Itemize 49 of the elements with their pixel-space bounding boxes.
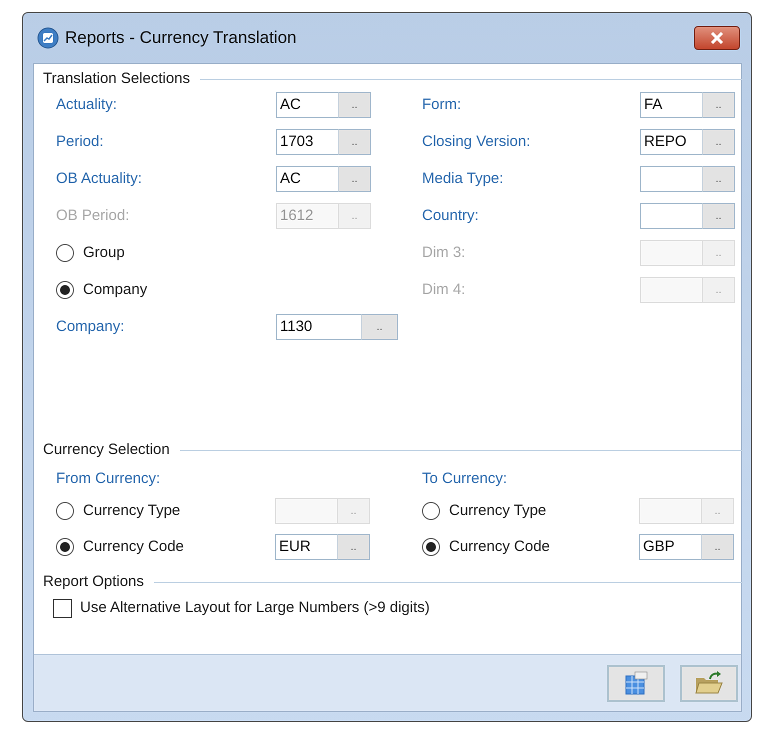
- browse-button[interactable]: ..: [701, 534, 734, 560]
- input-field[interactable]: AC: [276, 166, 338, 192]
- section-title: Currency Selection: [43, 440, 170, 460]
- browse-button[interactable]: ..: [338, 92, 371, 118]
- table-icon: [623, 670, 649, 696]
- input-field[interactable]: [640, 166, 702, 192]
- open-folder-button[interactable]: [680, 664, 738, 702]
- section-title: Translation Selections: [43, 69, 190, 89]
- folder-icon: [694, 670, 724, 696]
- input-field[interactable]: EUR: [275, 534, 337, 560]
- input-field[interactable]: [640, 203, 702, 229]
- browse-button[interactable]: ..: [702, 129, 735, 155]
- field-label: OB Actuality:: [56, 168, 143, 189]
- input-field[interactable]: 1130: [276, 314, 361, 340]
- field-label: OB Period:: [56, 206, 130, 226]
- input-field[interactable]: FA: [640, 92, 702, 118]
- browse-button[interactable]: ..: [361, 314, 398, 340]
- radio-option[interactable]: Currency Code: [422, 536, 639, 558]
- field-label: Company:: [56, 316, 126, 337]
- input-field[interactable]: GBP: [639, 534, 701, 560]
- browse-button[interactable]: ..: [702, 92, 735, 118]
- field-label: Period:: [56, 132, 105, 152]
- group-label: From Currency:: [56, 468, 162, 488]
- input-field[interactable]: AC: [276, 92, 338, 118]
- browse-button[interactable]: ..: [702, 203, 735, 229]
- radio-option[interactable]: Company: [56, 278, 148, 302]
- field-label: Closing Version:: [422, 132, 532, 152]
- close-button[interactable]: [694, 26, 740, 50]
- field-label: Dim 3:: [422, 242, 466, 263]
- radio-option[interactable]: Group: [56, 242, 125, 264]
- browse-button[interactable]: ..: [338, 166, 371, 192]
- app-icon: [37, 27, 59, 49]
- radio-option[interactable]: Currency Code: [56, 536, 275, 558]
- input-field[interactable]: 1703: [276, 129, 338, 155]
- browse-button[interactable]: ..: [337, 534, 370, 560]
- field-label: Actuality:: [56, 94, 118, 115]
- field-label: Country:: [422, 206, 480, 226]
- browse-button[interactable]: ..: [338, 129, 371, 155]
- group-label: To Currency:: [422, 468, 508, 488]
- checkbox-option[interactable]: Use Alternative Layout for Large Numbers (>9 digits): [53, 594, 741, 624]
- close-icon: [710, 32, 724, 44]
- window-title: Reports - Currency Translation: [65, 27, 296, 50]
- section-title: Report Options: [43, 572, 144, 592]
- field-label: Dim 4:: [422, 280, 466, 300]
- report-button[interactable]: [607, 664, 665, 702]
- browse-button[interactable]: ..: [702, 166, 735, 192]
- field-label: Form:: [422, 94, 462, 115]
- input-field[interactable]: REPO: [640, 129, 702, 155]
- field-label: Media Type:: [422, 168, 504, 189]
